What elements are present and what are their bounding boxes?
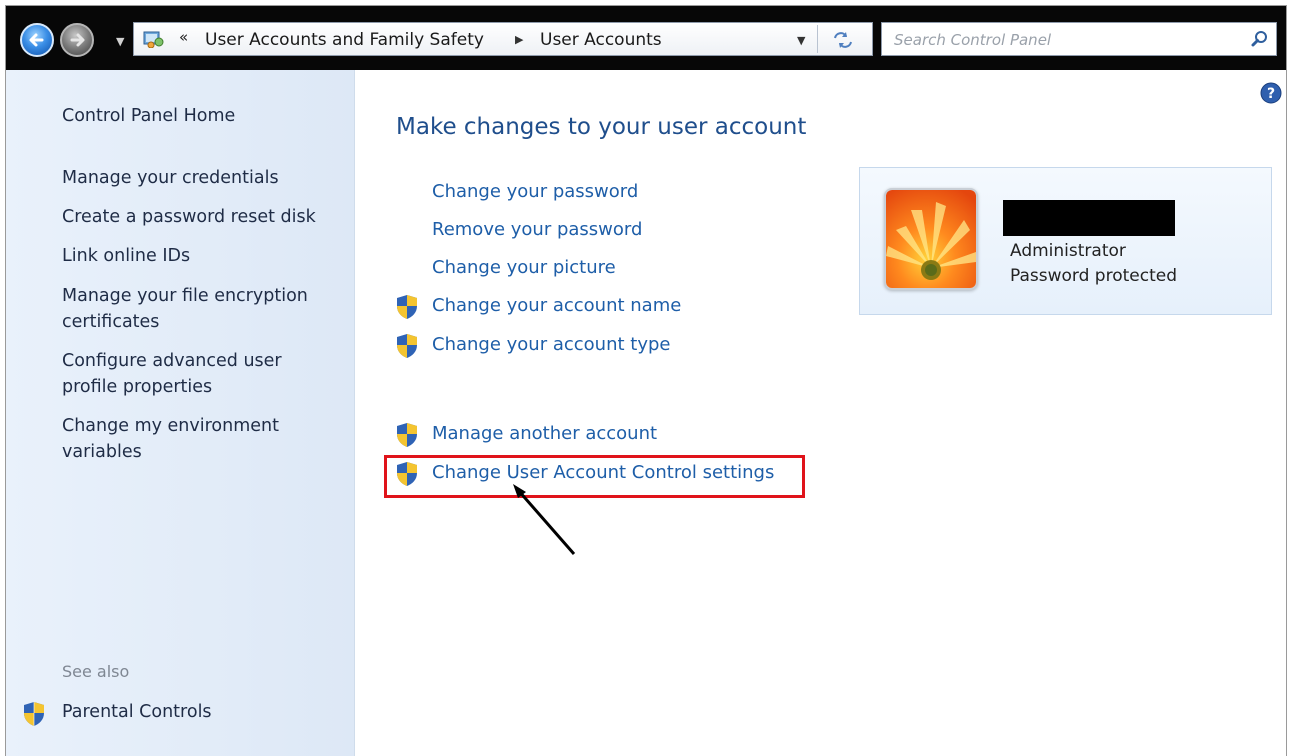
control-panel-home-link[interactable]: Control Panel Home (62, 103, 235, 129)
parental-controls-link[interactable]: Parental Controls (62, 702, 212, 722)
address-divider (817, 25, 818, 53)
redacted-username (1003, 200, 1175, 236)
recent-pages-dropdown-icon[interactable]: ▼ (116, 35, 124, 48)
back-button[interactable] (20, 23, 54, 57)
annotation-arrow-icon (513, 484, 576, 555)
change-picture-link[interactable]: Change your picture (432, 257, 616, 278)
account-type-label: Administrator (1010, 241, 1126, 261)
refresh-icon[interactable] (828, 29, 858, 51)
breadcrumb-separator-icon[interactable]: ▶ (515, 33, 523, 46)
environment-variables-link[interactable]: Change my environment variables (62, 413, 302, 465)
change-account-name-link[interactable]: Change your account name (432, 295, 681, 316)
navigation-bar: ▼ « User Accounts and Family Safety ▶ Us… (6, 6, 1286, 70)
help-icon[interactable]: ? (1260, 82, 1282, 104)
back-arrow-icon (29, 33, 44, 47)
page-title: Make changes to your user account (396, 114, 807, 140)
svg-text:?: ? (1267, 86, 1275, 102)
search-placeholder: Search Control Panel (894, 31, 1052, 49)
uac-shield-icon (24, 702, 44, 726)
user-account-card: Administrator Password protected (859, 167, 1272, 315)
manage-credentials-link[interactable]: Manage your credentials (62, 165, 332, 191)
breadcrumb-user-accounts[interactable]: User Accounts (540, 30, 662, 50)
search-input[interactable]: Search Control Panel (881, 22, 1277, 56)
control-panel-icon (143, 31, 164, 48)
change-account-type-link[interactable]: Change your account type (432, 334, 670, 355)
breadcrumb-overflow-icon[interactable]: « (179, 28, 188, 46)
uac-shield-icon (397, 334, 417, 358)
user-picture-flower (886, 190, 976, 288)
change-password-link[interactable]: Change your password (432, 181, 638, 202)
forward-button[interactable] (60, 23, 94, 57)
control-panel-window: ▼ « User Accounts and Family Safety ▶ Us… (5, 5, 1287, 756)
see-also-heading: See also (62, 662, 130, 681)
address-bar[interactable]: « User Accounts and Family Safety ▶ User… (133, 22, 873, 56)
link-online-ids-link[interactable]: Link online IDs (62, 243, 332, 269)
remove-password-link[interactable]: Remove your password (432, 219, 642, 240)
manage-another-account-link[interactable]: Manage another account (432, 423, 657, 444)
address-dropdown-icon[interactable]: ▼ (797, 34, 805, 47)
uac-highlight-box (384, 455, 805, 498)
uac-shield-icon (397, 423, 417, 447)
search-icon[interactable] (1250, 29, 1270, 49)
uac-shield-icon (397, 295, 417, 319)
password-reset-disk-link[interactable]: Create a password reset disk (62, 204, 342, 230)
breadcrumb-user-accounts-and-family-safety[interactable]: User Accounts and Family Safety (205, 30, 484, 50)
password-status-label: Password protected (1010, 266, 1178, 286)
advanced-profile-properties-link[interactable]: Configure advanced user profile properti… (62, 348, 302, 400)
forward-arrow-icon (70, 33, 85, 47)
file-encryption-certificates-link[interactable]: Manage your file encryption certificates (62, 283, 332, 335)
user-picture[interactable] (884, 188, 978, 290)
left-navigation-pane: Control Panel Home Manage your credentia… (6, 70, 355, 756)
